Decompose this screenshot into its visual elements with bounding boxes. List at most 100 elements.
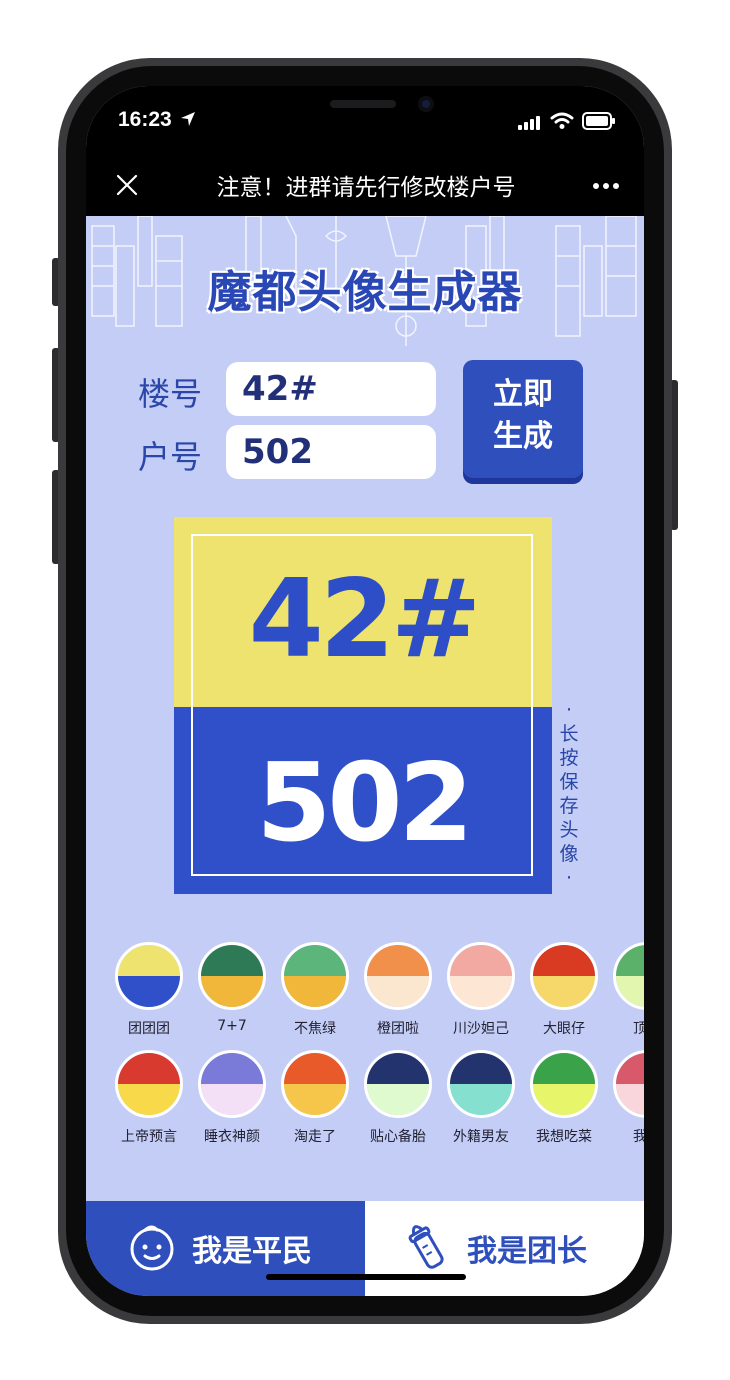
theme-swatch-top (616, 1053, 644, 1084)
tab-leader-label: 我是团长 (467, 1234, 587, 1269)
theme-label: 川沙妲己 (453, 1021, 509, 1037)
generate-label-line2: 生成 (493, 419, 553, 454)
more-icon[interactable] (592, 182, 620, 190)
theme-label: 睡衣神颜 (204, 1129, 260, 1145)
theme-swatch-top (533, 1053, 595, 1084)
theme-swatch-top (118, 945, 180, 976)
avatar-unit-number: 502 (256, 741, 473, 866)
theme-swatch-bottom (201, 1084, 263, 1115)
speaker (330, 100, 396, 108)
theme-swatch (530, 942, 598, 1010)
theme-option[interactable]: 睡衣神颜 (197, 1050, 267, 1146)
theme-option[interactable]: 淘走了 (280, 1050, 350, 1146)
theme-swatch-bottom (616, 976, 644, 1007)
theme-label: 顶流 (633, 1021, 644, 1037)
theme-swatch-bottom (284, 1084, 346, 1115)
theme-swatch (198, 1050, 266, 1118)
avatar-building-number: 42# (248, 557, 482, 682)
theme-swatch-bottom (367, 976, 429, 1007)
theme-row-2: 上帝预言 睡衣神颜 淘走了 贴心备胎 外籍男友 我想吃菜 我想 (114, 1050, 644, 1150)
theme-option[interactable]: 上帝预言 (114, 1050, 184, 1146)
generate-label-line1: 立即 (493, 377, 553, 412)
theme-swatch-top (450, 945, 512, 976)
building-label: 楼号 (138, 375, 203, 413)
building-input-value: 42# (242, 369, 318, 409)
theme-swatch (613, 942, 644, 1010)
tab-civilian-label: 我是平民 (192, 1234, 312, 1269)
theme-option[interactable]: 我想吃菜 (529, 1050, 599, 1146)
theme-swatch-bottom (367, 1084, 429, 1115)
theme-swatch-top (201, 1053, 263, 1084)
theme-row-1: 团团团 7+7 不焦绿 橙团啦 川沙妲己 大眼仔 顶流 (114, 942, 644, 1042)
theme-swatch-top (367, 945, 429, 976)
status-time: 16:23 (118, 108, 196, 132)
theme-swatch (530, 1050, 598, 1118)
theme-label: 外籍男友 (453, 1129, 509, 1145)
theme-swatch-bottom (450, 976, 512, 1007)
theme-label: 7+7 (217, 1018, 247, 1034)
close-icon[interactable] (116, 174, 138, 196)
theme-swatch-top (284, 945, 346, 976)
front-camera (418, 96, 434, 112)
theme-option[interactable]: 团团团 (114, 942, 184, 1038)
theme-swatch-top (284, 1053, 346, 1084)
theme-option[interactable]: 外籍男友 (446, 1050, 516, 1146)
theme-swatch (364, 1050, 432, 1118)
theme-swatch-bottom (118, 1084, 180, 1115)
theme-label: 橙团啦 (377, 1021, 419, 1037)
building-input[interactable]: 42# (226, 362, 436, 416)
nav-title: 注意！进群请先行修改楼户号 (216, 175, 516, 201)
theme-swatch (115, 942, 183, 1010)
theme-option[interactable]: 不焦绿 (280, 942, 350, 1038)
theme-swatch (613, 1050, 644, 1118)
theme-swatch-top (118, 1053, 180, 1084)
theme-option[interactable]: 贴心备胎 (363, 1050, 433, 1146)
page-title: 魔都头像生成器 (207, 267, 523, 318)
theme-swatch (281, 1050, 349, 1118)
theme-label: 我想 (633, 1129, 644, 1145)
theme-label: 我想吃菜 (536, 1129, 592, 1145)
theme-swatch-top (533, 945, 595, 976)
theme-swatch-bottom (118, 976, 180, 1007)
baby-face-icon (130, 1225, 174, 1271)
theme-option[interactable]: 我想 (612, 1050, 644, 1146)
theme-swatch (447, 942, 515, 1010)
battery-icon (582, 112, 615, 130)
save-hint-dot-top: · (565, 699, 573, 721)
signal-icon (518, 116, 540, 130)
theme-swatch (447, 1050, 515, 1118)
wifi-icon (550, 112, 574, 129)
save-hint-dot-bottom: · (565, 867, 573, 889)
location-arrow-icon (180, 112, 195, 126)
generate-button[interactable]: 立即 生成 (463, 360, 583, 478)
save-hint: · 长 按 保 存 头 像 · (556, 698, 582, 890)
unit-input[interactable]: 502 (226, 425, 436, 479)
theme-option[interactable]: 橙团啦 (363, 942, 433, 1038)
theme-label: 大眼仔 (543, 1021, 585, 1037)
notch (218, 86, 514, 130)
theme-swatch (364, 942, 432, 1010)
theme-swatch (115, 1050, 183, 1118)
theme-swatch-top (367, 1053, 429, 1084)
theme-swatch-top (450, 1053, 512, 1084)
theme-label: 团团团 (128, 1021, 170, 1037)
theme-swatch-bottom (533, 976, 595, 1007)
theme-option[interactable]: 川沙妲己 (446, 942, 516, 1038)
theme-option[interactable]: 7+7 (197, 942, 267, 1034)
theme-label: 淘走了 (294, 1129, 336, 1145)
theme-option[interactable]: 大眼仔 (529, 942, 599, 1038)
avatar-preview[interactable]: 42# 502 (174, 517, 552, 894)
theme-label: 贴心备胎 (370, 1129, 426, 1145)
theme-swatch-bottom (533, 1084, 595, 1115)
theme-swatch-top (616, 945, 644, 976)
theme-option[interactable]: 顶流 (612, 942, 644, 1038)
theme-label: 上帝预言 (121, 1129, 177, 1145)
theme-swatch (198, 942, 266, 1010)
theme-swatch (281, 942, 349, 1010)
theme-swatch-bottom (284, 976, 346, 1007)
theme-swatch-bottom (450, 1084, 512, 1115)
theme-label: 不焦绿 (294, 1021, 336, 1037)
phone-screen: 16:23 注意！进群请先行修改楼户号 魔都头像生成器 楼号 42# 户号 50… (86, 86, 644, 1296)
home-indicator (266, 1274, 466, 1280)
unit-input-value: 502 (242, 432, 313, 472)
